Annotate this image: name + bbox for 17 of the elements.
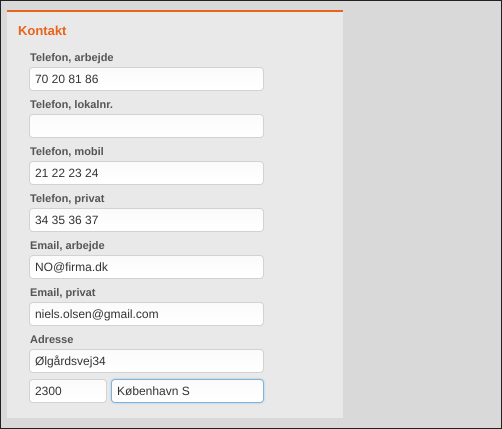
field-label: Telefon, privat <box>30 192 106 207</box>
section-title: Kontakt <box>18 23 68 40</box>
field-label: Email, arbejde <box>30 239 106 254</box>
input-field[interactable]: København S <box>111 379 264 403</box>
input-field[interactable]: Ølgårdsvej34 <box>29 349 264 373</box>
input-field[interactable]: 34 35 36 37 <box>29 208 264 232</box>
field-label: Email, privat <box>30 286 96 301</box>
field-label: Telefon, lokalnr. <box>30 98 114 113</box>
input-field[interactable] <box>29 114 264 138</box>
field-label: Telefon, mobil <box>30 145 105 160</box>
field-label: Adresse <box>30 333 74 348</box>
input-field[interactable]: niels.olsen@gmail.com <box>29 302 264 326</box>
input-field[interactable]: NO@firma.dk <box>29 255 264 279</box>
input-field[interactable]: 21 22 23 24 <box>29 161 264 185</box>
field-label: Telefon, arbejde <box>30 51 115 66</box>
input-field[interactable]: 70 20 81 86 <box>29 67 264 91</box>
input-field[interactable]: 2300 <box>29 379 107 403</box>
